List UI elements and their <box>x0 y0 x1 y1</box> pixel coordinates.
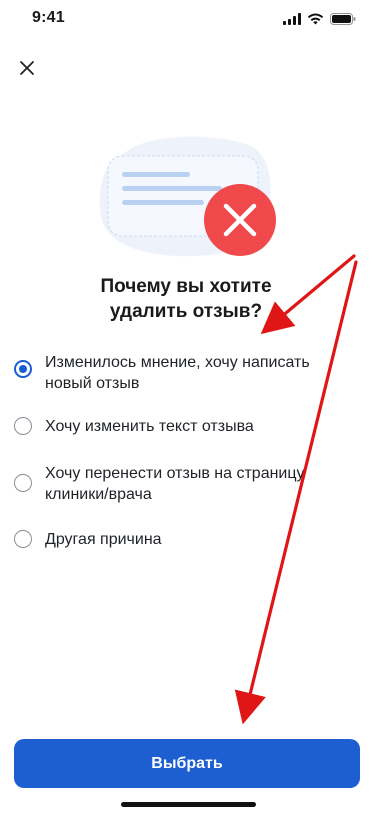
reason-option-other[interactable]: Другая причина <box>14 529 162 550</box>
option-label-line-1: Изменилось мнение, хочу написать <box>45 354 310 371</box>
wifi-icon <box>307 12 324 30</box>
option-label: Хочу перенести отзыв на страницу клиники… <box>45 463 305 505</box>
option-label-line-1: Другая причина <box>45 531 162 548</box>
option-label-line-1: Хочу изменить текст отзыва <box>45 418 254 435</box>
close-button[interactable] <box>12 55 42 85</box>
battery-icon <box>330 12 356 30</box>
radio-selected-icon[interactable] <box>14 360 32 378</box>
radio-unselected-icon[interactable] <box>14 530 32 548</box>
select-button[interactable]: Выбрать <box>14 739 360 788</box>
page-title: Почему вы хотите удалить отзыв? <box>0 274 372 324</box>
option-label-line-2: новый отзыв <box>45 375 140 392</box>
reason-option-changed-opinion[interactable]: Изменилось мнение, хочу написать новый о… <box>14 352 310 394</box>
option-label: Другая причина <box>45 529 162 550</box>
radio-unselected-icon[interactable] <box>14 417 32 435</box>
delete-review-illustration-icon <box>99 136 276 257</box>
cellular-signal-icon <box>283 12 301 30</box>
option-label-line-2: клиники/врача <box>45 486 152 503</box>
annotation-arrows <box>234 254 358 725</box>
home-indicator <box>121 802 256 807</box>
radio-unselected-icon[interactable] <box>14 474 32 492</box>
option-label: Изменилось мнение, хочу написать новый о… <box>45 352 310 394</box>
page-title-line-2: удалить отзыв? <box>109 301 263 322</box>
delete-review-illustration <box>96 132 280 260</box>
page-title-line-1: Почему вы хотите <box>100 276 272 297</box>
reason-option-move-review[interactable]: Хочу перенести отзыв на страницу клиники… <box>14 463 305 505</box>
reason-option-edit-text[interactable]: Хочу изменить текст отзыва <box>14 416 254 437</box>
option-label-line-1: Хочу перенести отзыв на страницу <box>45 465 305 482</box>
status-icons <box>283 12 356 30</box>
close-icon <box>19 60 35 81</box>
status-time: 9:41 <box>32 9 65 26</box>
status-bar: 9:41 <box>0 0 372 40</box>
option-label: Хочу изменить текст отзыва <box>45 416 254 437</box>
